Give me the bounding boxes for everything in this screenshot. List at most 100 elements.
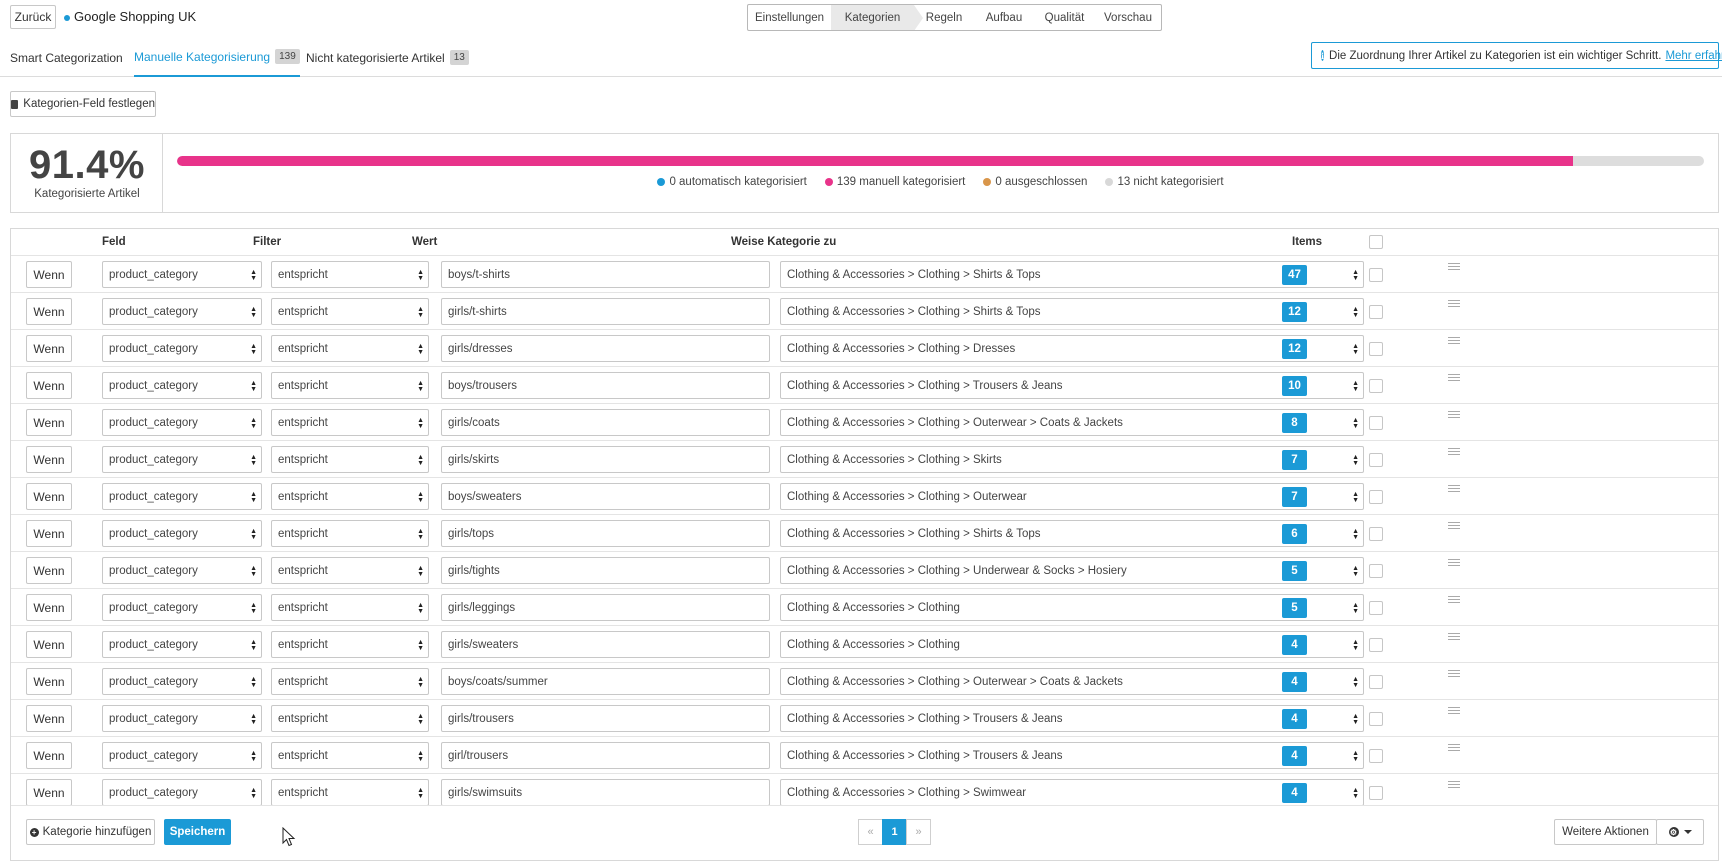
category-select[interactable]: Clothing & Accessories > Clothing > Oute… bbox=[780, 668, 1364, 695]
filter-select[interactable]: entspricht ▲ ▼ bbox=[271, 372, 429, 399]
field-select[interactable]: product_category ▲ ▼ bbox=[102, 335, 262, 362]
pagination-prev[interactable]: « bbox=[858, 819, 883, 845]
category-select[interactable]: Clothing & Accessories > Clothing ▲ ▼ bbox=[780, 594, 1364, 621]
drag-handle-icon[interactable] bbox=[1448, 707, 1460, 714]
category-select[interactable]: Clothing & Accessories > Clothing > Swim… bbox=[780, 779, 1364, 806]
row-checkbox[interactable] bbox=[1369, 749, 1383, 763]
field-select[interactable]: product_category ▲ ▼ bbox=[102, 742, 262, 769]
filter-select[interactable]: entspricht ▲ ▼ bbox=[271, 668, 429, 695]
field-select[interactable]: product_category ▲ ▼ bbox=[102, 261, 262, 288]
filter-select[interactable]: entspricht ▲ ▼ bbox=[271, 631, 429, 658]
category-select[interactable]: Clothing & Accessories > Clothing > Oute… bbox=[780, 409, 1364, 436]
tab-nicht-kategorisierte-artikel[interactable]: Nicht kategorisierte Artikel 13 bbox=[306, 38, 469, 77]
pagination-next[interactable]: » bbox=[906, 819, 931, 845]
condition-button[interactable]: Wenn bbox=[26, 594, 72, 621]
filter-select[interactable]: entspricht ▲ ▼ bbox=[271, 594, 429, 621]
row-checkbox[interactable] bbox=[1369, 564, 1383, 578]
value-input[interactable]: girls/swimsuits bbox=[441, 779, 770, 806]
row-checkbox[interactable] bbox=[1369, 268, 1383, 282]
filter-select[interactable]: entspricht ▲ ▼ bbox=[271, 705, 429, 732]
condition-button[interactable]: Wenn bbox=[26, 298, 72, 325]
row-checkbox[interactable] bbox=[1369, 342, 1383, 356]
field-select[interactable]: product_category ▲ ▼ bbox=[102, 520, 262, 547]
field-select[interactable]: product_category ▲ ▼ bbox=[102, 557, 262, 584]
step-regeln[interactable]: Regeln bbox=[914, 5, 974, 30]
category-select[interactable]: Clothing & Accessories > Clothing > Dres… bbox=[780, 335, 1364, 362]
save-button[interactable]: Speichern bbox=[164, 819, 231, 845]
row-checkbox[interactable] bbox=[1369, 712, 1383, 726]
value-input[interactable]: boys/t-shirts bbox=[441, 261, 770, 288]
value-input[interactable]: girls/tops bbox=[441, 520, 770, 547]
value-input[interactable]: girls/dresses bbox=[441, 335, 770, 362]
set-category-field-button[interactable]: Kategorien-Feld festlegen bbox=[10, 91, 156, 117]
category-select[interactable]: Clothing & Accessories > Clothing > Shir… bbox=[780, 520, 1364, 547]
category-select[interactable]: Clothing & Accessories > Clothing > Oute… bbox=[780, 483, 1364, 510]
field-select[interactable]: product_category ▲ ▼ bbox=[102, 668, 262, 695]
drag-handle-icon[interactable] bbox=[1448, 411, 1460, 418]
drag-handle-icon[interactable] bbox=[1448, 670, 1460, 677]
row-checkbox[interactable] bbox=[1369, 305, 1383, 319]
tab-manuelle-kategorisierung[interactable]: Manuelle Kategorisierung 139 bbox=[134, 38, 300, 77]
drag-handle-icon[interactable] bbox=[1448, 374, 1460, 381]
row-checkbox[interactable] bbox=[1369, 453, 1383, 467]
select-all-checkbox[interactable] bbox=[1369, 235, 1383, 249]
category-select[interactable]: Clothing & Accessories > Clothing > Shir… bbox=[780, 261, 1364, 288]
pagination-page[interactable]: 1 bbox=[882, 819, 907, 845]
drag-handle-icon[interactable] bbox=[1448, 596, 1460, 603]
step-kategorien[interactable]: Kategorien bbox=[831, 5, 923, 30]
row-checkbox[interactable] bbox=[1369, 527, 1383, 541]
drag-handle-icon[interactable] bbox=[1448, 559, 1460, 566]
learn-more-link[interactable]: Mehr erfahren bbox=[1665, 50, 1722, 62]
value-input[interactable]: boys/trousers bbox=[441, 372, 770, 399]
field-select[interactable]: product_category ▲ ▼ bbox=[102, 779, 262, 806]
condition-button[interactable]: Wenn bbox=[26, 483, 72, 510]
condition-button[interactable]: Wenn bbox=[26, 668, 72, 695]
condition-button[interactable]: Wenn bbox=[26, 372, 72, 399]
category-select[interactable]: Clothing & Accessories > Clothing ▲ ▼ bbox=[780, 631, 1364, 658]
add-category-button[interactable]: + Kategorie hinzufügen bbox=[26, 819, 155, 845]
category-select[interactable]: Clothing & Accessories > Clothing > Trou… bbox=[780, 705, 1364, 732]
filter-select[interactable]: entspricht ▲ ▼ bbox=[271, 335, 429, 362]
settings-dropdown-button[interactable]: ⚙ bbox=[1656, 819, 1704, 845]
filter-select[interactable]: entspricht ▲ ▼ bbox=[271, 261, 429, 288]
condition-button[interactable]: Wenn bbox=[26, 261, 72, 288]
row-checkbox[interactable] bbox=[1369, 490, 1383, 504]
field-select[interactable]: product_category ▲ ▼ bbox=[102, 372, 262, 399]
value-input[interactable]: girls/tights bbox=[441, 557, 770, 584]
drag-handle-icon[interactable] bbox=[1448, 300, 1460, 307]
condition-button[interactable]: Wenn bbox=[26, 557, 72, 584]
step-einstellungen[interactable]: Einstellungen bbox=[748, 5, 831, 30]
condition-button[interactable]: Wenn bbox=[26, 779, 72, 806]
category-select[interactable]: Clothing & Accessories > Clothing > Trou… bbox=[780, 372, 1364, 399]
step-qualitaet[interactable]: Qualität bbox=[1034, 5, 1095, 30]
more-actions-button[interactable]: Weitere Aktionen bbox=[1554, 819, 1657, 845]
drag-handle-icon[interactable] bbox=[1448, 744, 1460, 751]
value-input[interactable]: girls/skirts bbox=[441, 446, 770, 473]
field-select[interactable]: product_category ▲ ▼ bbox=[102, 705, 262, 732]
filter-select[interactable]: entspricht ▲ ▼ bbox=[271, 298, 429, 325]
step-vorschau[interactable]: Vorschau bbox=[1095, 5, 1161, 30]
condition-button[interactable]: Wenn bbox=[26, 446, 72, 473]
value-input[interactable]: girls/leggings bbox=[441, 594, 770, 621]
field-select[interactable]: product_category ▲ ▼ bbox=[102, 483, 262, 510]
row-checkbox[interactable] bbox=[1369, 601, 1383, 615]
value-input[interactable]: girls/trousers bbox=[441, 705, 770, 732]
filter-select[interactable]: entspricht ▲ ▼ bbox=[271, 779, 429, 806]
condition-button[interactable]: Wenn bbox=[26, 705, 72, 732]
condition-button[interactable]: Wenn bbox=[26, 742, 72, 769]
filter-select[interactable]: entspricht ▲ ▼ bbox=[271, 483, 429, 510]
condition-button[interactable]: Wenn bbox=[26, 409, 72, 436]
tab-smart-categorization[interactable]: Smart Categorization bbox=[10, 38, 123, 77]
field-select[interactable]: product_category ▲ ▼ bbox=[102, 446, 262, 473]
category-select[interactable]: Clothing & Accessories > Clothing > Skir… bbox=[780, 446, 1364, 473]
back-button[interactable]: Zurück bbox=[10, 5, 56, 29]
drag-handle-icon[interactable] bbox=[1448, 485, 1460, 492]
row-checkbox[interactable] bbox=[1369, 675, 1383, 689]
field-select[interactable]: product_category ▲ ▼ bbox=[102, 298, 262, 325]
filter-select[interactable]: entspricht ▲ ▼ bbox=[271, 557, 429, 584]
row-checkbox[interactable] bbox=[1369, 379, 1383, 393]
condition-button[interactable]: Wenn bbox=[26, 335, 72, 362]
category-select[interactable]: Clothing & Accessories > Clothing > Shir… bbox=[780, 298, 1364, 325]
row-checkbox[interactable] bbox=[1369, 786, 1383, 800]
filter-select[interactable]: entspricht ▲ ▼ bbox=[271, 520, 429, 547]
